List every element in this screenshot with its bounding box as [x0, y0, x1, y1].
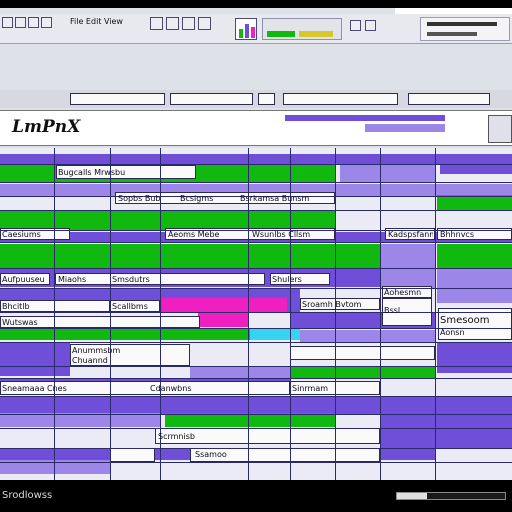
cell-label: Shulers: [272, 275, 302, 284]
cell-label: Chuannd: [72, 356, 108, 365]
application-window: File Edit View LmPnX Bugcalls Mrwsbu Sop…: [0, 8, 512, 480]
app-header: LmPnX: [0, 110, 512, 146]
cell-label: Sopbs Bub: [118, 194, 161, 203]
open-icon[interactable]: [15, 17, 26, 28]
header-button[interactable]: [488, 115, 512, 143]
cell-label: Anummsbm: [72, 346, 121, 355]
cell-label: Bcsigms: [180, 194, 214, 203]
spreadsheet-grid[interactable]: Bugcalls Mrwsbu Sopbs Bub Bcsigms Bsrkam…: [0, 148, 512, 480]
cell-label: Scallbms: [112, 302, 148, 311]
cell-label: Aeoms Mebe: [168, 230, 220, 239]
print-icon[interactable]: [41, 17, 52, 28]
right-panel-label: Aonsn: [440, 328, 465, 337]
toolbar: File Edit View: [0, 14, 512, 44]
cell-label: Smsdutrs: [112, 275, 150, 284]
app-logo: LmPnX: [12, 117, 81, 137]
status-progress-fill: [397, 493, 428, 499]
cut-icon[interactable]: [150, 17, 163, 30]
formula-field-3[interactable]: [283, 93, 398, 105]
help-icon[interactable]: [365, 20, 376, 31]
new-icon[interactable]: [2, 17, 13, 28]
status-progress: [396, 492, 506, 500]
cell-label: Ssamoo: [195, 450, 227, 459]
right-panel-label: Bssl: [384, 306, 401, 315]
cell-label: Scrmnisb: [158, 432, 195, 441]
right-panel-label: Bhhnvcs: [440, 230, 474, 239]
right-panel-label: Smesoom: [440, 316, 490, 325]
cell-label: Aohesmn: [384, 288, 422, 297]
toolbar-right-panel: [420, 17, 510, 41]
menu-bar[interactable]: File Edit View: [70, 17, 145, 27]
cell-label: Bhcitlb: [2, 302, 30, 311]
cell-label: Bsrkamsa Bunsm: [240, 194, 310, 203]
cell-label: Sinrmam: [292, 384, 329, 393]
cell-label: Bugcalls Mrwsbu: [58, 168, 126, 177]
cell-label: Sroamh Bvtom: [302, 300, 362, 309]
formula-field-2[interactable]: [258, 93, 275, 105]
formula-bar: [0, 90, 512, 108]
header-bar-1: [285, 115, 445, 121]
zoom-icon[interactable]: [350, 20, 361, 31]
cell-label: Sneamaaa Cnes: [2, 384, 67, 393]
cell-label: Cdanwbns: [150, 384, 192, 393]
cell-label: Wutswas: [2, 318, 38, 327]
paste-icon[interactable]: [182, 17, 195, 30]
chart-icon[interactable]: [235, 18, 257, 40]
copy-icon[interactable]: [166, 17, 179, 30]
cell-label: Aufpuuseu: [2, 275, 45, 284]
status-text: Srodlowss: [2, 490, 53, 501]
status-bar: Srodlowss: [0, 484, 512, 512]
undo-icon[interactable]: [198, 17, 211, 30]
cell-label: Miaohs: [58, 275, 87, 284]
cell-label: Wsunlbs Cllsm: [252, 230, 311, 239]
format-toolbar[interactable]: [262, 18, 342, 40]
formula-field-1[interactable]: [170, 93, 253, 105]
save-icon[interactable]: [28, 17, 39, 28]
formula-field-4[interactable]: [408, 93, 490, 105]
name-box[interactable]: [70, 93, 165, 105]
header-bar-2: [365, 124, 445, 132]
cell-label: Kadspsfanmb: [388, 230, 433, 239]
cell-label: Caesiums: [2, 230, 41, 239]
